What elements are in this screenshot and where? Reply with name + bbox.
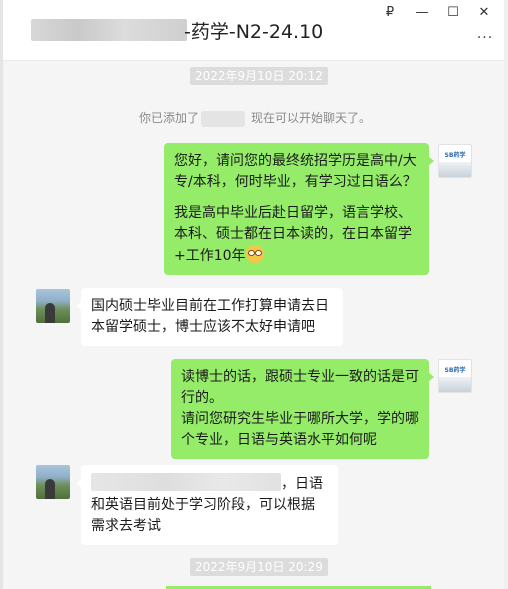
message-text: 我是高中毕业后赴日留学，语言学校、本科、硕士都在日本读的，在日本留学+工作10年 — [174, 205, 412, 264]
chat-title: -药学-N2-24.10 — [184, 21, 324, 43]
my-avatar[interactable]: SB药学 — [438, 359, 472, 393]
message-bubble-sent[interactable]: 读博士的话，跟硕士专业一致的话是可行的。 请问您研究生毕业于哪所大学，学的哪个专… — [171, 359, 434, 459]
redacted-text — [91, 473, 281, 491]
contact-avatar[interactable] — [36, 289, 70, 323]
avatar-image — [45, 303, 55, 323]
avatar-logo-text: SB药学 — [439, 151, 471, 160]
message-text: 读博士的话，跟硕士专业一致的话是可行的。 请问您研究生毕业于哪所大学，学的哪个专… — [181, 369, 419, 448]
system-message-suffix: 现在可以开始聊天了。 — [251, 111, 372, 125]
message-list[interactable]: 2022年9月10日 20:12 你已添加了 现在可以开始聊天了。 SB药学 您好… — [3, 61, 504, 589]
chat-window: -药学-N2-24.10 ₽ — ☐ ✕ ··· 2022年9月10日 20:1… — [0, 0, 508, 589]
right-edge — [504, 0, 508, 589]
message-bubble-sent[interactable]: 您好，请问您的最终统招学历是高中/大专/本科，何时毕业，有学习过日语么？ 我是高… — [164, 143, 434, 275]
system-message-prefix: 你已添加了 — [139, 111, 200, 125]
maximize-button[interactable]: ☐ — [442, 4, 464, 22]
minimize-button[interactable]: — — [411, 4, 433, 22]
timestamp: 2022年9月10日 20:12 — [190, 67, 328, 85]
avatar-image — [439, 162, 471, 177]
more-options-button[interactable]: ··· — [475, 30, 495, 46]
message-text: 国内硕士毕业目前在工作打算申请去日本留学硕士，博士应该不太好申请吧 — [91, 298, 329, 335]
title-bar: -药学-N2-24.10 ₽ — ☐ ✕ ··· — [3, 0, 504, 60]
message-text: ，日语 和英语目前处于学习阶段，可以根据需求去考试 — [91, 473, 328, 537]
system-message: 你已添加了 现在可以开始聊天了。 — [139, 109, 371, 127]
pin-icon[interactable]: ₽ — [379, 4, 401, 22]
contact-avatar[interactable] — [36, 465, 70, 499]
timestamp: 2022年9月10日 20:29 — [190, 558, 328, 576]
avatar-image — [45, 479, 55, 499]
avatar-image — [439, 377, 471, 392]
my-avatar[interactable]: SB药学 — [438, 144, 472, 178]
message-text: 您好，请问您的最终统招学历是高中/大专/本科，何时毕业，有学习过日语么？ — [174, 153, 417, 190]
close-button[interactable]: ✕ — [473, 4, 495, 22]
redacted-contact-name — [31, 19, 187, 41]
message-bubble-received[interactable]: 国内硕士毕业目前在工作打算申请去日本留学硕士，博士应该不太好申请吧 — [76, 288, 343, 346]
redacted-name — [201, 110, 246, 127]
message-bubble-received[interactable]: ，日语 和英语目前处于学习阶段，可以根据需求去考试 — [76, 465, 338, 545]
avatar-logo-text: SB药学 — [439, 366, 471, 375]
grimace-emoji-icon — [245, 245, 264, 263]
